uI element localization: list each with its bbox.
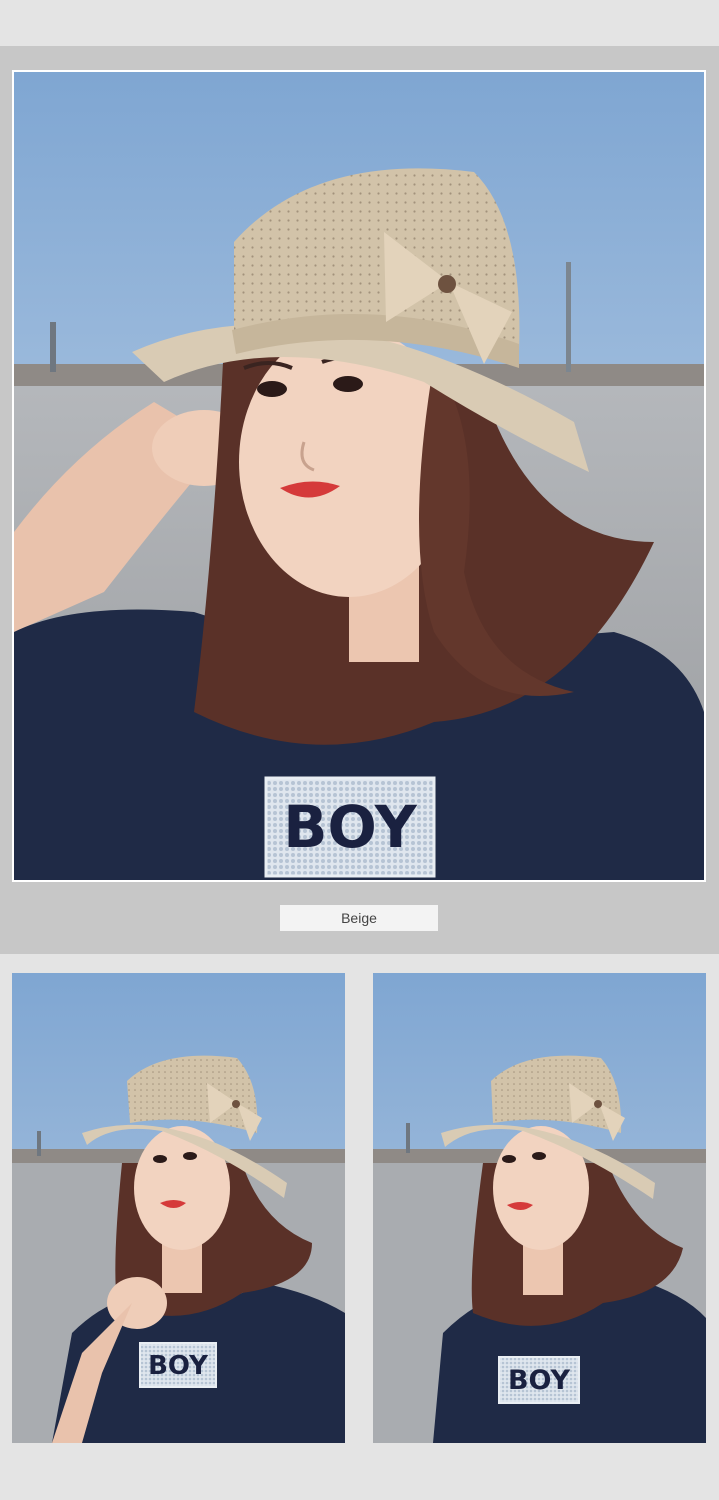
shirt-text: BOY <box>283 793 417 861</box>
main-product-photo: BOY <box>12 70 706 882</box>
right-photo-illustration: BOY <box>373 973 706 1443</box>
shirt-text-right: BOY <box>508 1365 571 1396</box>
color-label: Beige <box>280 905 438 931</box>
main-photo-illustration: BOY <box>14 72 704 880</box>
left-photo-illustration: BOY <box>12 973 345 1443</box>
thumbnail-photo-right: BOY <box>373 973 706 1443</box>
shirt-text-left: BOY <box>148 1351 209 1381</box>
top-strip <box>0 0 719 46</box>
thumbnail-photo-left: BOY <box>12 973 345 1443</box>
